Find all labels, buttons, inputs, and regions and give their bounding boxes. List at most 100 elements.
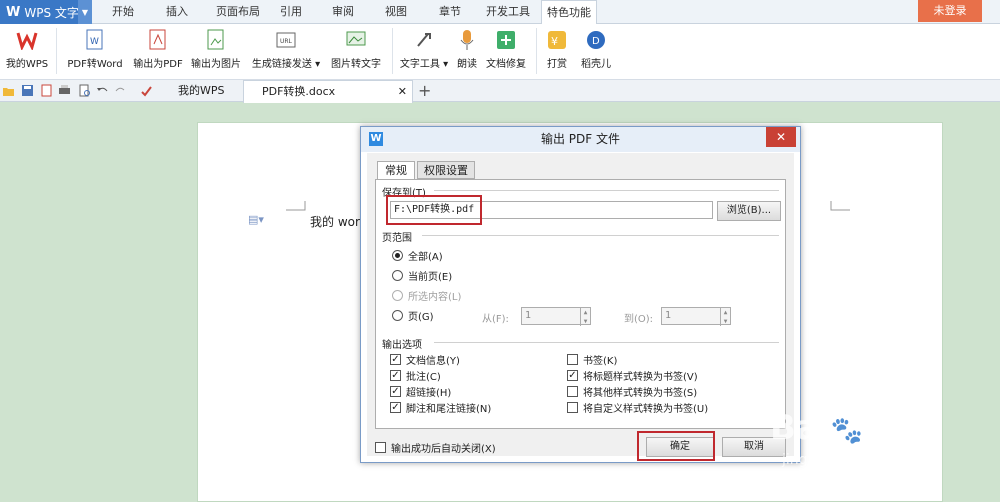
share-link-button[interactable]: URL 生成链接发送 ▾	[248, 28, 324, 70]
auto-close-checkbox[interactable]: 输出成功后自动关闭(X)	[375, 440, 496, 455]
wps-logo-icon: W	[6, 4, 21, 20]
custom-style-bookmarks-checkbox[interactable]: 将自定义样式转换为书签(U)	[567, 400, 708, 415]
range-current-radio[interactable]: 当前页(E)	[392, 268, 452, 283]
tab-review[interactable]: 审阅	[322, 0, 364, 24]
comments-label: 批注(C)	[406, 372, 441, 383]
tab-start[interactable]: 开始	[100, 0, 146, 24]
save-icon[interactable]	[21, 84, 34, 97]
read-aloud-label: 朗读	[457, 59, 477, 70]
tab-page-layout[interactable]: 页面布局	[208, 0, 268, 24]
close-icon[interactable]: ✕	[766, 127, 796, 147]
checkbox-box[interactable]	[567, 354, 578, 365]
doc-tab-pdf-convert[interactable]: PDF转换.docx ✕	[243, 80, 413, 103]
radio-button[interactable]	[392, 310, 403, 321]
undo-icon[interactable]	[96, 84, 109, 97]
text-tools-button[interactable]: 文字工具 ▾	[396, 28, 452, 70]
checkbox-box[interactable]: ✓	[390, 354, 401, 365]
checkbox-box[interactable]: ✓	[390, 402, 401, 413]
doc-tab-my-wps[interactable]: 我的WPS	[160, 80, 240, 102]
image-to-text-icon	[344, 28, 368, 52]
tab-general[interactable]: 常规	[377, 161, 415, 181]
print-preview-icon[interactable]	[78, 84, 91, 97]
tab-insert[interactable]: 插入	[154, 0, 200, 24]
margin-corner-top-left	[286, 201, 306, 211]
custom-style-bookmarks-label: 将自定义样式转换为书签(U)	[583, 404, 709, 415]
svg-text:D: D	[592, 36, 600, 47]
comments-checkbox[interactable]: ✓ 批注(C)	[390, 368, 441, 383]
hyperlinks-label: 超链接(H)	[406, 388, 452, 399]
text-tools-label: 文字工具	[399, 59, 440, 70]
doc-tab-label: 我的WPS	[178, 84, 225, 97]
range-pages-radio[interactable]: 页(G)	[392, 308, 434, 323]
ribbon-toolbar: 我的WPS W PDF转Word 输出为PDF 输出为图片 URL 生成链接发送…	[0, 24, 1000, 80]
pdf-to-word-button[interactable]: W PDF转Word	[64, 28, 126, 70]
checkbox-box[interactable]: ✓	[567, 370, 578, 381]
doc-repair-button[interactable]: 文档修复	[484, 28, 528, 70]
other-style-bookmarks-checkbox[interactable]: 将其他样式转换为书签(S)	[567, 384, 697, 399]
tab-view[interactable]: 视图	[375, 0, 417, 24]
doc-repair-label: 文档修复	[486, 59, 526, 70]
from-page-value: 1	[525, 310, 532, 321]
redo-icon[interactable]	[114, 84, 127, 97]
tab-chapter[interactable]: 章节	[429, 0, 471, 24]
tab-references[interactable]: 引用	[270, 0, 312, 24]
hyperlinks-checkbox[interactable]: ✓ 超链接(H)	[390, 384, 451, 399]
radio-button[interactable]	[392, 270, 403, 281]
login-button[interactable]: 未登录	[918, 0, 982, 22]
menu-tab-bar: W WPS 文字 ▼ 开始 插入 页面布局 引用 审阅 视图 章节 开发工具 特…	[0, 0, 1000, 25]
checkbox-box[interactable]: ✓	[390, 386, 401, 397]
export-pdf-dialog: W 输出 PDF 文件 ✕ 常规 权限设置 保存到(T) F:\PDF转换.pd…	[360, 126, 801, 463]
radio-button[interactable]	[392, 250, 403, 261]
paragraph-menu-icon[interactable]: ▤▾	[248, 213, 264, 226]
general-panel: 保存到(T) F:\PDF转换.pdf 浏览(B)... 页范围 全部(A) 当…	[375, 179, 786, 429]
doc-info-checkbox[interactable]: ✓ 文档信息(Y)	[390, 352, 460, 367]
spin-arrows-icon: ▲ ▼	[580, 308, 590, 326]
to-label: 到(O):	[624, 314, 654, 325]
paw-icon: 🐾	[830, 416, 863, 446]
chevron-down-icon: ▾	[311, 59, 321, 70]
checkbox-box[interactable]	[567, 402, 578, 413]
bookmarks-checkbox[interactable]: 书签(K)	[567, 352, 617, 367]
tab-permissions[interactable]: 权限设置	[417, 161, 475, 179]
dialog-body: 常规 权限设置 保存到(T) F:\PDF转换.pdf 浏览(B)... 页范围…	[367, 153, 794, 461]
document-text[interactable]: 我的 wor	[310, 213, 360, 230]
radio-dot	[395, 253, 400, 258]
print-icon[interactable]	[58, 84, 71, 97]
docer-icon: D	[584, 28, 608, 52]
tab-developer[interactable]: 开发工具	[480, 0, 536, 24]
checkbox-box[interactable]	[375, 442, 386, 453]
browse-button[interactable]: 浏览(B)...	[717, 201, 781, 221]
pdf-to-word-icon: W	[83, 28, 107, 52]
export-pdf-button[interactable]: 输出为PDF	[130, 28, 186, 70]
reward-button[interactable]: ¥ 打赏	[542, 28, 572, 70]
heading-bookmarks-checkbox[interactable]: ✓ 将标题样式转换为书签(V)	[567, 368, 698, 383]
group-divider	[422, 235, 779, 236]
add-tab-icon[interactable]: +	[418, 80, 431, 102]
export-image-button[interactable]: 输出为图片	[188, 28, 244, 70]
my-wps-button[interactable]: 我的WPS	[4, 28, 50, 70]
export-pdf-small-icon[interactable]	[40, 84, 53, 97]
footnote-links-checkbox[interactable]: ✓ 脚注和尾注链接(N)	[390, 400, 491, 415]
customize-toolbar-icon[interactable]	[140, 84, 153, 97]
chevron-down-icon[interactable]: ▼	[78, 0, 92, 24]
read-aloud-button[interactable]: 朗读	[453, 28, 481, 70]
group-divider	[434, 190, 779, 191]
other-style-bookmarks-label: 将其他样式转换为书签(S)	[583, 388, 698, 399]
range-all-radio[interactable]: 全部(A)	[392, 248, 443, 263]
reward-label: 打赏	[547, 59, 567, 70]
to-page-value: 1	[665, 310, 672, 321]
checkbox-box[interactable]	[567, 386, 578, 397]
checkbox-box[interactable]: ✓	[390, 370, 401, 381]
app-menu-button[interactable]: W WPS 文字 ▼	[0, 0, 92, 24]
docer-button[interactable]: D 稻壳儿	[576, 28, 616, 70]
text-tools-icon	[412, 28, 436, 52]
watermark-brand: Bai	[770, 408, 831, 448]
ribbon-divider	[392, 28, 393, 74]
range-selection-label: 所选内容(L)	[408, 292, 462, 303]
ribbon-divider	[56, 28, 57, 74]
close-tab-icon[interactable]: ✕	[398, 81, 407, 103]
open-folder-icon[interactable]	[2, 84, 15, 97]
dialog-title-bar[interactable]: W 输出 PDF 文件	[361, 127, 800, 152]
image-to-text-button[interactable]: 图片转文字	[326, 28, 386, 70]
tab-special-features[interactable]: 特色功能	[541, 0, 597, 25]
